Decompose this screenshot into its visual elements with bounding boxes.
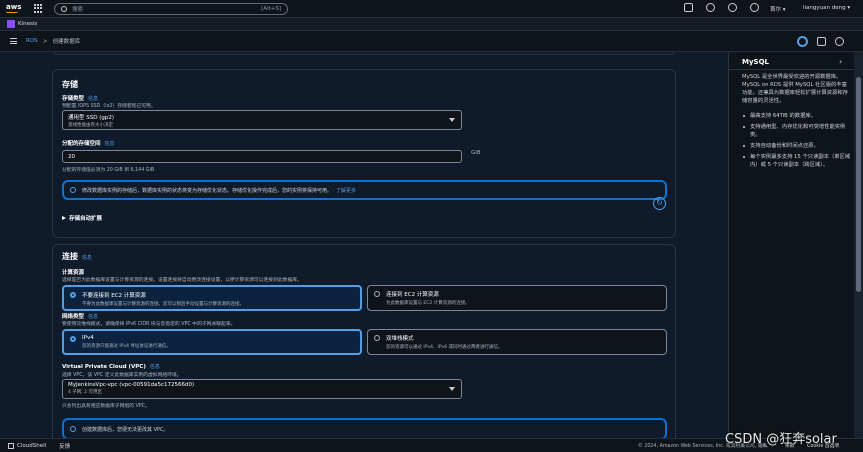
allocated-storage-label: 分配的存储空间 信息 [62,141,115,147]
info-icon [70,187,76,193]
connectivity-panel: 连接 信息 计算资源 选择是否为此数据库设置与计算资源的连接。设置连接将自动更改连… [52,244,676,438]
vpc-sub: 4 子网, 2 可用区 [68,390,102,395]
top-icons [684,3,759,12]
allocated-storage-hint: 分配的存储值必须为 20 GiB 到 6,144 GiB [62,168,155,173]
main-content: 存储 存储类型 信息 预配置 IOPS SSD（io2）存储卷现已可用。 通用型 … [0,52,728,438]
storage-info-alert: 修改数据库实例的存储后，数据库实例的状态将变为存储优化状态。存储优化操作完成后，… [62,180,667,200]
help-panel: MySQL › MySQL 是全世界最受欢迎的开源数据库。MySQL on RD… [728,52,855,438]
option-no-ec2-title: 不要连接到 EC2 计算资源 [82,293,146,299]
option-connect-ec2-desc: 为此数据库设置与 EC2 计算资源的连接。 [386,301,470,306]
terminal-icon [8,442,14,449]
caret-down-icon [449,387,455,391]
vpc-info-alert: 创建数据库后，您便无法更改其 VPC。 [62,418,667,438]
search-input[interactable]: 搜索 [Alt+S] [54,2,288,15]
bell-icon[interactable] [706,3,715,12]
radio-selected [70,336,76,342]
allocated-storage-info-link[interactable]: 信息 [105,141,115,147]
previous-panel [52,52,676,55]
radio-selected [70,292,76,298]
vpc-label: Virtual Private Cloud (VPC) 信息 [62,364,160,370]
info-icon [70,426,76,432]
option-no-ec2-desc: 不要为此数据库设置与计算资源的连接。您可以稍后手动设置与计算资源的连接。 [82,302,244,307]
page-scrollbar[interactable] [854,52,863,438]
favorites-bar: Kinesis [0,18,863,31]
search-shortcut: [Alt+S] [261,5,281,12]
caret-right-icon [62,216,66,220]
menu-icon[interactable] [10,37,17,46]
favorite-kinesis[interactable]: Kinesis [18,21,37,27]
vpc-value: MyJenkinsVpc-vpc (vpc-00591da5c172566d0) [68,382,195,388]
storage-type-sub: 基线性能由卷大小决定 [68,123,113,128]
help-panel-bullets: 最高支持 64TiB 的数据库。 支持通用型、内存优化和可突增性能实例类。 支持… [742,112,852,172]
option-ipv4[interactable]: IPv4 您的资源只能通过 IPv4 寻址协议进行通信。 [62,329,362,355]
aws-logo[interactable]: aws [6,4,26,13]
connectivity-title: 连接 信息 [62,252,93,261]
learn-more-link[interactable]: 了解更多 [336,187,356,194]
search-placeholder: 搜索 [72,6,84,13]
account-menu[interactable]: liangyuan deng ▾ [803,5,850,11]
option-dual-stack-title: 双堆栈模式 [386,336,414,342]
cloudshell-icon[interactable] [684,3,693,12]
page-tools [797,36,844,47]
caret-down-icon [449,118,455,122]
feedback-link[interactable]: 反馈 [59,442,70,450]
option-dual-stack-desc: 您的资源可以通过 IPv4、IPv6 或同时通过两者进行通信。 [386,345,503,350]
radio-unselected [374,291,380,297]
settings-panel-icon[interactable] [835,37,844,46]
notifications-panel-icon[interactable] [817,37,826,46]
refresh-icon[interactable]: ↻ [653,197,666,210]
kinesis-icon [7,20,15,28]
connectivity-info-link[interactable]: 信息 [82,255,92,261]
radio-unselected [374,335,380,341]
compute-resource-label: 计算资源 [62,270,85,276]
network-type-label: 网络类型 信息 [62,314,99,320]
option-no-ec2[interactable]: 不要连接到 EC2 计算资源 不要为此数据库设置与计算资源的连接。您可以稍后手动… [62,285,362,311]
vpc-desc: 选择 VPC。该 VPC 定义此数据库实例的虚拟网络环境。 [62,373,182,378]
list-item: 最高支持 64TiB 的数据库。 [742,112,852,120]
allocated-storage-unit: GiB [471,150,481,156]
region-selector[interactable]: 首尔 ▾ [770,5,786,13]
help-panel-title: MySQL [742,58,769,66]
list-item: 每个实例最多支持 15 个只读副本（单区域内）或 5 个只读副本（跨区域）。 [742,153,852,169]
option-ipv4-title: IPv4 [82,335,94,341]
top-nav-bar: aws 搜索 [Alt+S] 首尔 ▾ liangyuan deng ▾ [0,0,863,18]
chevron-right-icon[interactable]: › [839,57,842,66]
breadcrumb-rds[interactable]: RDS [26,38,38,44]
storage-panel: 存储 存储类型 信息 预配置 IOPS SSD（io2）存储卷现已可用。 通用型 … [52,69,676,238]
storage-type-select[interactable]: 通用型 SSD (gp2) 基线性能由卷大小决定 [62,110,462,130]
option-connect-ec2[interactable]: 连接到 EC2 计算资源 为此数据库设置与 EC2 计算资源的连接。 [367,285,667,311]
vpc-hint: 只会列出具有相应数据库子网组的 VPC。 [62,404,150,409]
vpc-alert-text: 创建数据库后，您便无法更改其 VPC。 [82,426,169,433]
help-icon[interactable] [728,3,737,12]
network-type-desc: 要使用双堆栈模式，请确保将 IPv6 CIDR 块与您指定的 VPC 中的子网关… [62,322,236,327]
storage-title: 存储 [62,80,78,89]
services-grid-icon[interactable] [34,3,44,14]
list-item: 支持自动备份和时间点还原。 [742,142,852,150]
storage-alert-text: 修改数据库实例的存储后，数据库实例的状态将变为存储优化状态。存储优化操作完成后，… [82,187,333,194]
cloudshell-button[interactable]: CloudShell [8,442,46,449]
storage-autoscaling-expander[interactable]: 存储自动扩展 [62,214,102,222]
breadcrumb-separator: > [42,37,48,45]
storage-type-value: 通用型 SSD (gp2) [68,115,114,121]
compute-resource-desc: 选择是否为此数据库设置与计算资源的连接。设置连接将自动更改连接设置，以便计算资源… [62,278,302,283]
list-item: 支持通用型、内存优化和可突增性能实例类。 [742,123,852,139]
watermark: CSDN @狂奔solar [725,432,837,447]
option-ipv4-desc: 您的资源只能通过 IPv4 寻址协议进行通信。 [82,344,171,349]
option-dual-stack[interactable]: 双堆栈模式 您的资源可以通过 IPv4、IPv6 或同时通过两者进行通信。 [367,329,667,355]
info-panel-icon[interactable] [797,36,808,47]
option-connect-ec2-title: 连接到 EC2 计算资源 [386,292,439,298]
vpc-info-link[interactable]: 信息 [150,364,160,370]
allocated-storage-input[interactable]: 20 [62,150,462,163]
scrollbar-thumb[interactable] [856,77,861,292]
help-panel-intro: MySQL 是全世界最受欢迎的开源数据库。MySQL on RDS 提供 MyS… [742,74,848,104]
vpc-select[interactable]: MyJenkinsVpc-vpc (vpc-00591da5c172566d0)… [62,379,462,399]
breadcrumb-bar: RDS > 创建数据库 [0,31,863,52]
divider [729,69,855,70]
storage-type-desc: 预配置 IOPS SSD（io2）存储卷现已可用。 [62,104,156,109]
gear-icon[interactable] [750,3,759,12]
search-icon [61,5,67,12]
storage-type-label: 存储类型 信息 [62,96,99,102]
breadcrumb-current: 创建数据库 [52,39,81,45]
